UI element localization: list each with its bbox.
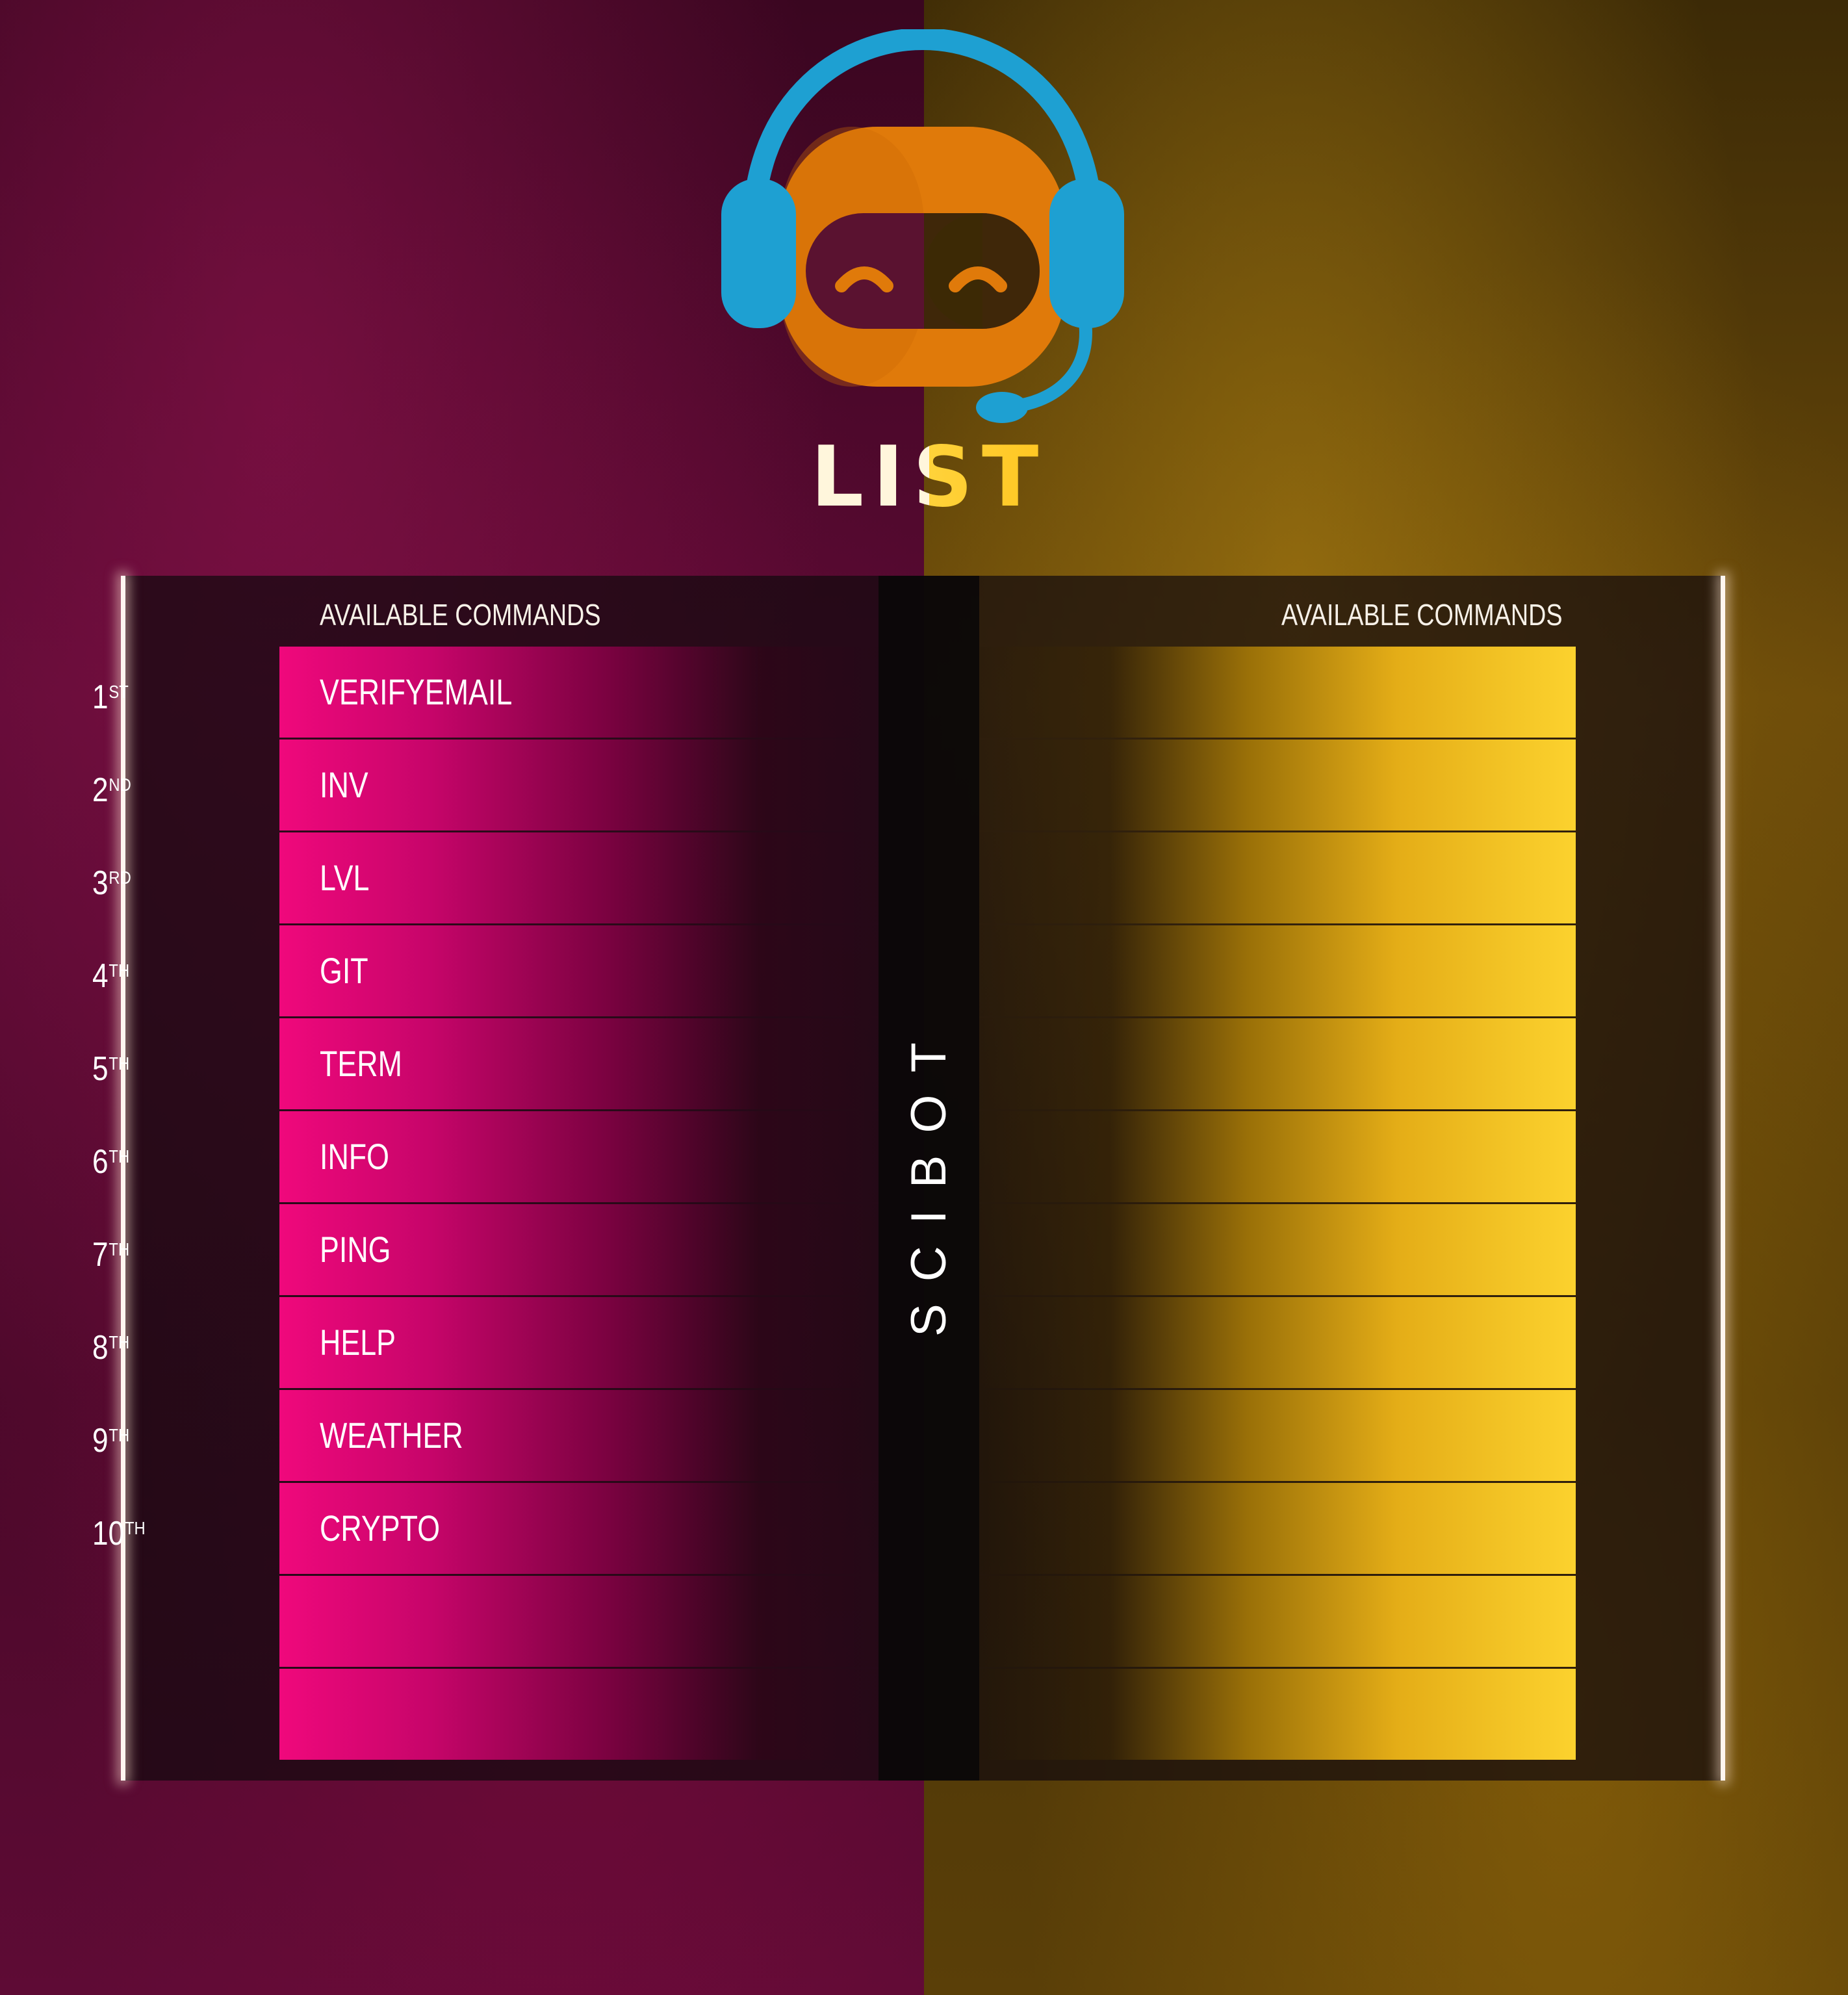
- command-name: INV: [320, 764, 368, 805]
- rank-label: 3RD: [92, 832, 153, 923]
- right-command-row: [979, 647, 1576, 738]
- rank-suffix: TH: [109, 1146, 130, 1166]
- right-command-row: [979, 925, 1576, 1016]
- bot-name-label: SCIBOT: [879, 576, 979, 1781]
- rank-suffix: RD: [109, 868, 131, 888]
- rank-number: 2: [92, 771, 109, 809]
- right-command-row: [979, 1111, 1576, 1202]
- command-name: HELP: [320, 1322, 396, 1363]
- rank-label: 10TH: [92, 1483, 153, 1574]
- command-row: [279, 1576, 879, 1667]
- bot-name-text: SCIBOT: [901, 1020, 957, 1337]
- right-command-row: [979, 832, 1576, 923]
- command-row: 1ST VERIFYEMAIL: [92, 647, 879, 738]
- command-row: 6TH INFO: [92, 1111, 879, 1202]
- command-name: VERIFYEMAIL: [320, 671, 513, 712]
- command-name: INFO: [320, 1136, 390, 1177]
- rank-label: 1ST: [92, 647, 153, 738]
- rank-number: 1: [92, 678, 109, 716]
- rank-number: 10: [92, 1515, 125, 1552]
- rank-suffix: ND: [109, 775, 131, 795]
- left-column-header: AVAILABLE COMMANDS: [320, 598, 601, 632]
- command-name: PING: [320, 1229, 391, 1270]
- right-neon-edge: [1721, 576, 1725, 1781]
- command-row: 3RD LVL: [92, 832, 879, 923]
- rank-suffix: TH: [109, 1239, 130, 1259]
- right-command-row: [979, 1576, 1576, 1667]
- command-row: [279, 1669, 879, 1760]
- left-command-list: 1ST VERIFYEMAIL 2ND INV 3RD LVL 4TH GIT 5TH TERM 6…: [92, 647, 879, 1762]
- command-row: 5TH TERM: [92, 1018, 879, 1109]
- rank-suffix: TH: [125, 1518, 146, 1538]
- right-command-row: [979, 1018, 1576, 1109]
- right-command-row: [979, 1483, 1576, 1574]
- command-row: 8TH HELP: [92, 1297, 879, 1388]
- command-name: TERM: [320, 1043, 402, 1084]
- rank-label: 8TH: [92, 1297, 153, 1388]
- command-name: LVL: [320, 857, 370, 898]
- command-row: 10TH CRYPTO: [92, 1483, 879, 1574]
- right-command-row: [979, 1390, 1576, 1481]
- command-row: 4TH GIT: [92, 925, 879, 1016]
- right-command-row: [979, 740, 1576, 830]
- right-column-header: AVAILABLE COMMANDS: [1281, 598, 1563, 632]
- rank-number: 8: [92, 1329, 109, 1367]
- right-command-row: [979, 1204, 1576, 1295]
- command-row: 2ND INV: [92, 740, 879, 830]
- rank-suffix: TH: [109, 960, 130, 981]
- rank-label: 4TH: [92, 925, 153, 1016]
- rank-suffix: TH: [109, 1053, 130, 1074]
- command-row: 9TH WEATHER: [92, 1390, 879, 1481]
- rank-number: 7: [92, 1236, 109, 1274]
- command-name: GIT: [320, 950, 368, 991]
- rank-number: 5: [92, 1050, 109, 1088]
- right-command-row: [979, 1669, 1576, 1760]
- command-name: CRYPTO: [320, 1508, 441, 1549]
- rank-suffix: TH: [109, 1332, 130, 1352]
- page-title: LIST: [767, 435, 1092, 520]
- rank-label: 5TH: [92, 1018, 153, 1109]
- rank-number: 9: [92, 1422, 109, 1460]
- right-command-list: [979, 647, 1576, 1762]
- rank-label: 2ND: [92, 740, 153, 830]
- rank-label: 6TH: [92, 1111, 153, 1202]
- command-name: WEATHER: [320, 1415, 463, 1456]
- rank-suffix: TH: [109, 1425, 130, 1445]
- rank-label: 7TH: [92, 1204, 153, 1295]
- rank-suffix: ST: [109, 682, 129, 702]
- rank-number: 6: [92, 1143, 109, 1181]
- rank-number: 3: [92, 864, 109, 902]
- rank-label: 9TH: [92, 1390, 153, 1481]
- rank-number: 4: [92, 957, 109, 995]
- robot-headset-logo-icon: [721, 29, 1124, 423]
- command-row: 7TH PING: [92, 1204, 879, 1295]
- right-command-row: [979, 1297, 1576, 1388]
